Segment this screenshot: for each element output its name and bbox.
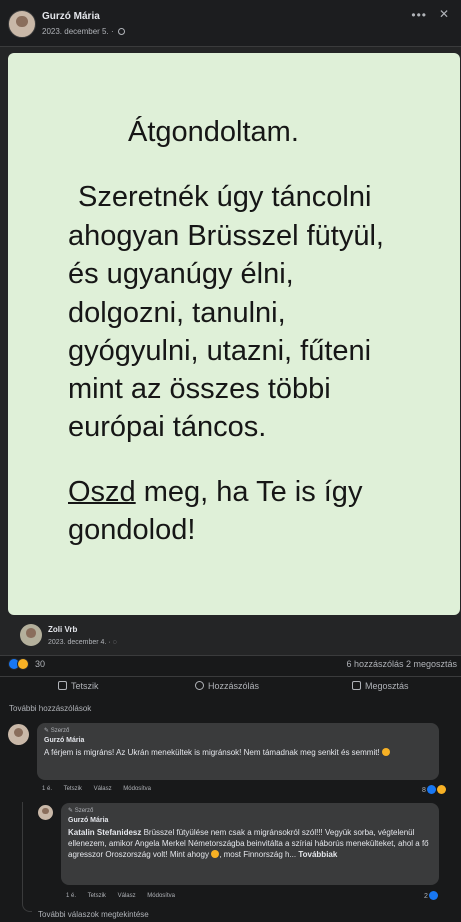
globe-icon: ◌ — [112, 639, 117, 646]
reaction-icons[interactable] — [8, 658, 32, 670]
text-card[interactable]: Átgondoltam. Szeretnék úgy táncolni ahog… — [8, 53, 460, 615]
card-line: mint az összes többi — [68, 373, 331, 405]
see-more-link[interactable]: Továbbiak — [298, 850, 337, 859]
card-line-rest: meg, ha Te is így — [143, 476, 363, 508]
comment-text-end: , most Finnország h... — [219, 850, 297, 859]
comment-edited-label[interactable]: Módosítva — [123, 786, 151, 792]
card-line: és ugyanúgy élni, — [68, 258, 294, 290]
mention-link[interactable]: Katalin Stefanidesz — [68, 828, 141, 837]
card-line: gondolod! — [68, 514, 196, 546]
card-line: Oszd meg, ha Te is így — [68, 476, 362, 509]
globe-icon — [117, 28, 125, 35]
comment-bubble-icon — [195, 681, 204, 690]
comment-time[interactable]: 1 é. — [66, 893, 76, 899]
author-badge-label: Szerző — [74, 808, 94, 814]
like-button[interactable]: Tetszik — [58, 681, 99, 691]
comment-like-button[interactable]: Tetszik — [88, 893, 106, 899]
original-author-avatar[interactable] — [20, 624, 42, 646]
comment-label: Hozzászólás — [208, 681, 260, 691]
underlined-word: Oszd — [68, 476, 136, 508]
comment-reply-button[interactable]: Válasz — [118, 893, 136, 899]
share-label: Megosztás — [365, 681, 409, 691]
original-date-text[interactable]: 2023. december 4. — [48, 639, 106, 646]
comment-text: A férjem is migráns! Az Ukrán menekültek… — [44, 747, 414, 758]
more-comments-link[interactable]: További hozzászólások — [9, 704, 91, 713]
post-header: Gurzó Mária 2023. december 5. · ••• ✕ — [0, 0, 461, 46]
ellipsis-icon[interactable]: ••• — [411, 8, 427, 22]
comment-time[interactable]: 1 é. — [42, 786, 52, 792]
comment-button[interactable]: Hozzászólás — [195, 681, 259, 691]
card-line: ahogyan Brüsszel fütyül, — [68, 220, 384, 252]
comment-bubble: ✎ Szerző Gurzó Mária Katalin Stefanidesz… — [61, 803, 439, 885]
card-line: Szeretnék úgy táncolni — [78, 181, 372, 213]
comment-reply-button[interactable]: Válasz — [94, 786, 112, 792]
like-label: Tetszik — [71, 681, 99, 691]
post-actions: Tetszik Hozzászólás Megosztás — [0, 676, 461, 698]
smile-emoji-icon — [211, 850, 220, 858]
card-line: Átgondoltam. — [128, 116, 299, 148]
comment-reaction-count: 2 — [424, 893, 428, 900]
original-author[interactable]: Zoli Vrb — [48, 625, 77, 634]
original-date: 2023. december 4. · ◌ — [48, 639, 117, 646]
reaction-count[interactable]: 30 — [35, 659, 45, 669]
thumbs-up-icon — [58, 681, 67, 690]
comment-reactions[interactable]: 8 — [422, 785, 446, 794]
comment-text-body: A férjem is migráns! Az Ukrán menekültek… — [44, 748, 380, 757]
comment-text: Katalin Stefanidesz Brüsszel fütyülése n… — [68, 827, 434, 860]
author-badge-label: Szerző — [50, 728, 70, 734]
more-replies-link[interactable]: További válaszok megtekintése — [38, 910, 149, 919]
author-avatar[interactable] — [8, 10, 36, 38]
haha-reaction-icon — [17, 658, 29, 670]
comment-reaction-count: 8 — [422, 787, 426, 794]
comment-author[interactable]: Gurzó Mária — [44, 737, 84, 744]
comment-actions: 1 é. Tetszik Válasz Módosítva — [42, 786, 161, 792]
comment-reactions[interactable]: 2 — [424, 891, 438, 900]
shared-post: Átgondoltam. Szeretnék úgy táncolni ahog… — [0, 46, 461, 656]
card-line: dolgozni, tanulni, — [68, 297, 286, 329]
laughing-emoji-icon — [381, 748, 390, 756]
close-icon[interactable]: ✕ — [439, 7, 449, 21]
author-badge: ✎ Szerző — [68, 808, 94, 814]
comments-shares-count[interactable]: 6 hozzászólás 2 megosztás — [346, 659, 457, 669]
comment-actions: 1 é. Tetszik Válasz Módosítva — [66, 893, 185, 899]
comment-bubble: ✎ Szerző Gurzó Mária A férjem is migráns… — [37, 723, 439, 780]
post-meta: 2023. december 5. · — [42, 27, 125, 36]
comment-edited-label[interactable]: Módosítva — [147, 893, 175, 899]
share-arrow-icon — [352, 681, 361, 690]
commenter-avatar[interactable] — [38, 805, 53, 820]
commenter-avatar[interactable] — [8, 724, 29, 745]
like-reaction-icon — [426, 785, 436, 794]
reactions-bar: 30 6 hozzászólás 2 megosztás — [0, 656, 461, 672]
author-badge: ✎ Szerző — [44, 728, 70, 734]
comment-author[interactable]: Gurzó Mária — [68, 817, 108, 824]
post-author[interactable]: Gurzó Mária — [42, 11, 100, 22]
card-line: európai táncos. — [68, 411, 267, 443]
reply-thread-line — [22, 802, 32, 912]
post-date[interactable]: 2023. december 5. — [42, 27, 109, 36]
comment-like-button[interactable]: Tetszik — [64, 786, 82, 792]
card-line: gyógyulni, utazni, fűteni — [68, 335, 372, 367]
share-button[interactable]: Megosztás — [352, 681, 409, 691]
original-post-info: Zoli Vrb 2023. december 4. · ◌ — [8, 615, 460, 655]
haha-reaction-icon — [436, 785, 446, 794]
like-reaction-icon — [428, 891, 438, 900]
